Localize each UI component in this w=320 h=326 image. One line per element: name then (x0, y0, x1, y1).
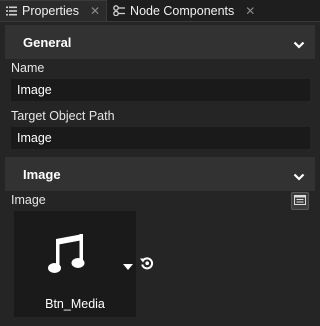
image-label: Image (11, 193, 46, 207)
properties-list-icon (6, 6, 17, 16)
section-title-general: General (23, 34, 72, 50)
music-note-icon (47, 233, 87, 278)
image-asset-thumbnail[interactable]: Btn_Media (14, 211, 136, 317)
asset-picker-icon (294, 194, 306, 208)
tab-node-components-label: Node Components (130, 3, 235, 18)
tab-properties-label: Properties (22, 4, 79, 18)
name-label: Name (11, 61, 45, 75)
chevron-down-icon[interactable] (293, 37, 305, 52)
node-components-icon (113, 5, 126, 16)
image-asset-name: Btn_Media (45, 297, 105, 311)
reset-icon[interactable] (140, 256, 154, 273)
close-icon[interactable]: ✕ (90, 4, 100, 18)
dropdown-arrow-icon[interactable] (123, 259, 133, 273)
section-header-image[interactable]: Image (5, 157, 315, 191)
tab-properties[interactable]: Properties ✕ (0, 0, 108, 21)
close-icon[interactable]: ✕ (245, 4, 255, 18)
tab-node-components[interactable]: Node Components ✕ (107, 0, 261, 21)
target-object-path-field[interactable] (11, 127, 310, 149)
chevron-down-icon[interactable] (293, 169, 305, 184)
tab-bar: Properties ✕ Node Components ✕ (0, 0, 320, 22)
name-field[interactable] (11, 79, 310, 101)
asset-picker-button[interactable] (291, 192, 309, 210)
section-title-image: Image (23, 166, 61, 182)
target-object-path-label: Target Object Path (11, 109, 115, 123)
section-header-general[interactable]: General (5, 25, 315, 59)
